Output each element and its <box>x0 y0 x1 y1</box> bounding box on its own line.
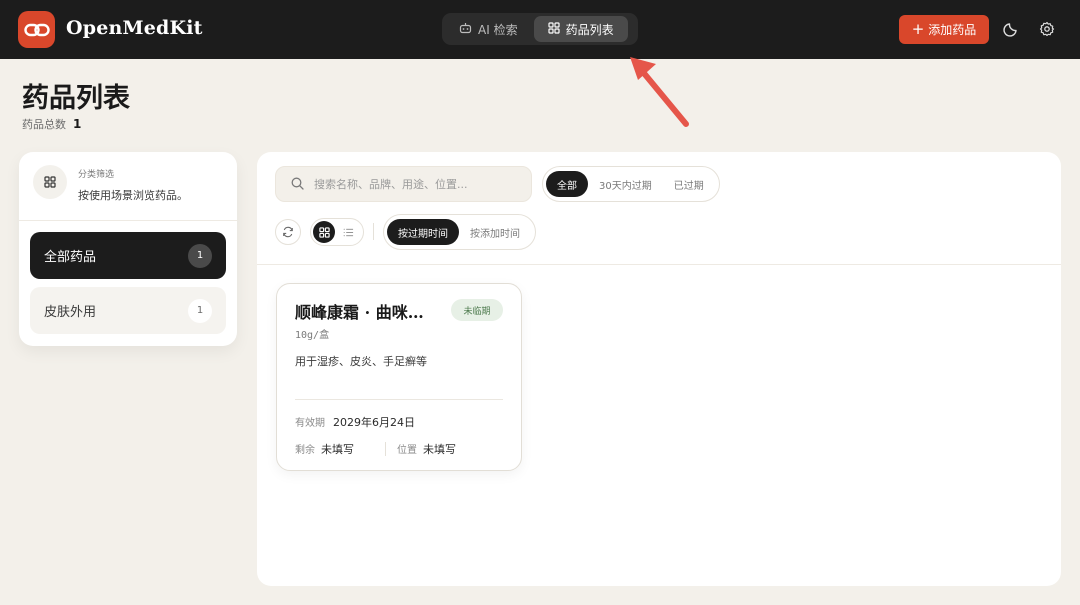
location-label: 位置 <box>397 445 417 456</box>
sidebar-item-count: 1 <box>188 298 212 323</box>
grid-view-icon <box>318 223 330 242</box>
tab-ai-search[interactable]: AI 检索 <box>445 16 532 42</box>
search-box[interactable] <box>275 166 532 202</box>
category-sidebar: 分类筛选 按使用场景浏览药品。 全部药品 1 皮肤外用 1 <box>19 152 237 346</box>
sidebar-item-label: 全部药品 <box>44 250 97 265</box>
tab-ai-search-label: AI 检索 <box>478 22 518 37</box>
main-divider <box>257 264 1061 265</box>
gear-icon[interactable] <box>1037 19 1057 39</box>
robot-icon <box>459 22 472 37</box>
expiry-filter: 全部 30天内过期 已过期 <box>542 166 720 202</box>
grid-icon <box>547 21 560 37</box>
sidebar-item-count: 1 <box>188 243 212 268</box>
sort-toggle: 按过期时间 按添加时间 <box>383 214 536 250</box>
app-title: OpenMedKit <box>66 17 203 39</box>
main-panel: 全部 30天内过期 已过期 按过期时间 按添加时间 顺峰康霜 · 曲咪… 未临期… <box>257 152 1061 586</box>
search-icon <box>291 175 304 194</box>
medicine-count-label: 药品总数 <box>22 118 66 131</box>
refresh-icon <box>282 223 294 242</box>
grid-view-button[interactable] <box>313 221 335 243</box>
tab-medicine-list[interactable]: 药品列表 <box>533 16 628 42</box>
expiry-value: 2029年6月24日 <box>333 416 415 429</box>
nav-tabs: AI 检索 药品列表 <box>442 13 638 45</box>
add-medicine-button[interactable]: + 添加药品 <box>899 15 989 44</box>
card-divider <box>295 399 503 400</box>
plus-icon: + <box>911 20 925 38</box>
medicine-spec: 10g/盒 <box>295 330 330 341</box>
filter-30-days[interactable]: 30天内过期 <box>588 171 663 197</box>
sidebar-item-label: 皮肤外用 <box>44 305 97 320</box>
page-title: 药品列表 <box>22 83 130 114</box>
expiry-row: 有效期 2029年6月24日 <box>295 414 415 430</box>
category-grid-icon <box>33 165 67 199</box>
category-filter-desc: 按使用场景浏览药品。 <box>78 189 188 202</box>
medicine-usage: 用于湿疹、皮炎、手足癣等 <box>295 355 427 368</box>
medicine-card[interactable]: 顺峰康霜 · 曲咪… 未临期 10g/盒 用于湿疹、皮炎、手足癣等 有效期 20… <box>276 283 522 471</box>
filter-expired[interactable]: 已过期 <box>663 171 715 197</box>
sidebar-item-all[interactable]: 全部药品 1 <box>30 232 226 279</box>
annotation-arrow-icon <box>630 57 689 127</box>
tab-medicine-list-label: 药品列表 <box>565 22 614 37</box>
detail-separator <box>385 442 386 456</box>
add-medicine-label: 添加药品 <box>928 23 977 37</box>
detail-row: 剩余 未填写 位置 未填写 <box>295 441 456 457</box>
location-value: 未填写 <box>423 443 456 456</box>
refresh-button[interactable] <box>275 219 301 245</box>
moon-icon[interactable] <box>1001 19 1021 39</box>
list-view-icon <box>343 223 354 242</box>
filter-all[interactable]: 全部 <box>546 171 588 197</box>
category-filter-label: 分类筛选 <box>78 170 115 180</box>
view-toggle <box>310 218 364 246</box>
sort-by-added[interactable]: 按添加时间 <box>459 219 531 245</box>
sort-by-expiry[interactable]: 按过期时间 <box>387 219 459 245</box>
toolbar-separator <box>373 223 374 240</box>
medicine-name: 顺峰康霜 · 曲咪… <box>295 303 424 322</box>
status-badge: 未临期 <box>451 299 503 321</box>
sidebar-item-skin[interactable]: 皮肤外用 1 <box>30 287 226 334</box>
search-input[interactable] <box>314 177 504 191</box>
list-view-button[interactable] <box>337 221 359 243</box>
expiry-label: 有效期 <box>295 418 325 429</box>
remaining-value: 未填写 <box>321 443 354 456</box>
medicine-count-value: 1 <box>73 117 82 131</box>
sidebar-divider <box>19 220 237 221</box>
app-logo-icon[interactable] <box>18 11 55 48</box>
remaining-label: 剩余 <box>295 445 315 456</box>
medicine-count: 药品总数 1 <box>22 116 81 132</box>
top-bar: OpenMedKit AI 检索 药品列表 + 添加药品 <box>0 0 1080 59</box>
